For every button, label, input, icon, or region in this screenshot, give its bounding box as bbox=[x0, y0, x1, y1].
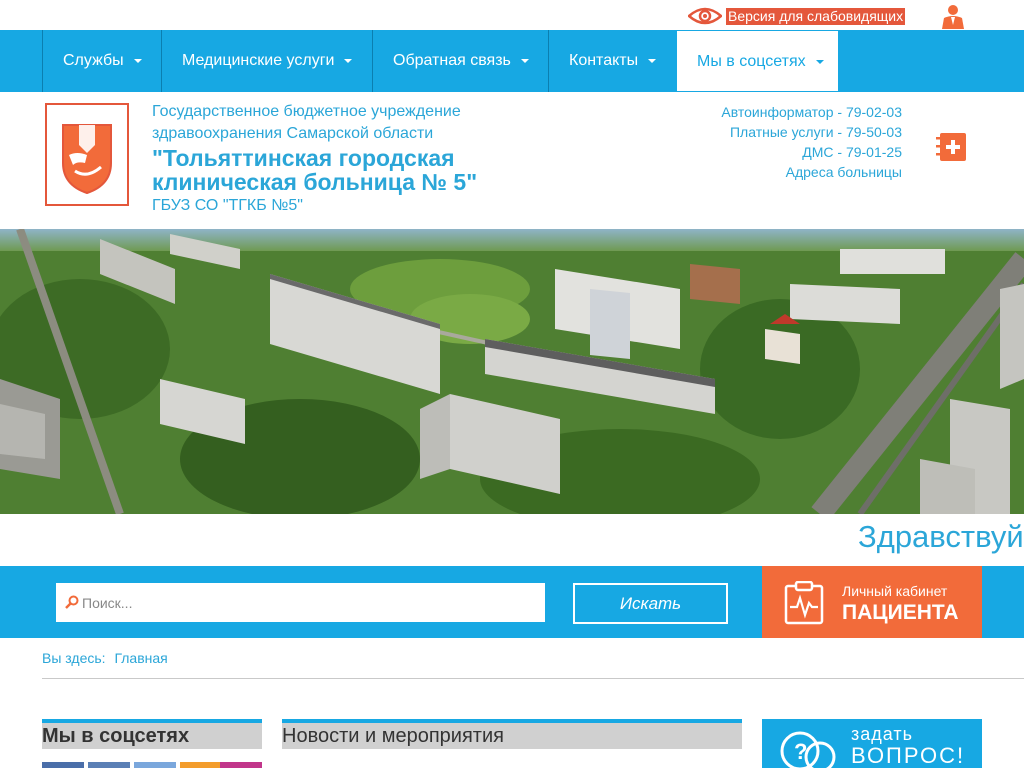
greeting-marquee: Здравствуйт bbox=[858, 519, 1024, 554]
ask-question-line-2: ВОПРОС! bbox=[851, 743, 966, 768]
breadcrumb-home-link[interactable]: Главная bbox=[114, 650, 167, 666]
nav-item-contacts[interactable]: Контакты bbox=[549, 30, 676, 92]
search-input[interactable] bbox=[82, 583, 532, 622]
hero-aerial-photo bbox=[0, 229, 1024, 514]
main-navigation: Службы Медицинские услуги Обратная связь… bbox=[0, 30, 1024, 92]
nav-item-services[interactable]: Службы bbox=[43, 30, 161, 92]
medical-clipboard-icon bbox=[784, 581, 824, 625]
caret-down-icon bbox=[815, 59, 824, 64]
nav-item-feedback[interactable]: Обратная связь bbox=[373, 30, 548, 92]
contact-autoinformer[interactable]: Автоинформатор - 79-02-03 bbox=[721, 104, 902, 120]
caret-down-icon bbox=[520, 58, 529, 63]
svg-text:?: ? bbox=[794, 739, 807, 764]
ask-question-line-1: задать bbox=[851, 724, 914, 744]
caret-down-icon bbox=[133, 58, 142, 63]
nav-item-label: Службы bbox=[63, 52, 124, 69]
search-button[interactable]: Искать bbox=[573, 583, 728, 624]
org-name-line-2: здравоохранения Самарской области bbox=[152, 125, 434, 142]
facebook-icon[interactable] bbox=[42, 762, 84, 768]
vk-icon[interactable] bbox=[88, 762, 130, 768]
social-buttons-row bbox=[42, 762, 262, 768]
org-name-line-1: Государственное бюджетное учреждение bbox=[152, 103, 461, 120]
odnoklassniki-icon[interactable] bbox=[180, 762, 222, 768]
top-strip: Версия для слабовидящих bbox=[0, 0, 1024, 30]
contact-dms[interactable]: ДМС - 79-01-25 bbox=[802, 144, 902, 160]
hospital-short-name: ГБУЗ СО "ТГКБ №5" bbox=[152, 197, 303, 214]
nav-item-label: Обратная связь bbox=[393, 52, 511, 69]
contact-paid-services[interactable]: Платные услуги - 79-50-03 bbox=[730, 124, 902, 140]
news-widget-title: Новости и мероприятия bbox=[282, 719, 742, 749]
hospital-logo[interactable] bbox=[45, 103, 129, 206]
nav-item-label: Медицинские услуги bbox=[182, 52, 335, 69]
low-vision-version-link[interactable]: Версия для слабовидящих bbox=[726, 8, 906, 25]
nav-item-label: Контакты bbox=[569, 52, 639, 69]
caret-down-icon bbox=[648, 58, 657, 63]
twitter-icon[interactable] bbox=[134, 762, 176, 768]
content-divider bbox=[42, 678, 1024, 679]
breadcrumb-prefix: Вы здесь: bbox=[42, 650, 106, 666]
nav-item-social[interactable]: Мы в соцсетях bbox=[676, 30, 839, 92]
patient-cabinet-small-label: Личный кабинет bbox=[842, 583, 948, 599]
instagram-icon[interactable] bbox=[220, 762, 262, 768]
search-band: Искать Личный кабинет ПАЦИЕНТА bbox=[0, 566, 1024, 638]
patient-cabinet-big-label: ПАЦИЕНТА bbox=[842, 601, 959, 624]
eye-icon[interactable] bbox=[688, 6, 722, 26]
caret-down-icon bbox=[344, 58, 353, 63]
social-widget-title: Мы в соцсетях bbox=[42, 719, 262, 749]
hospital-title-line-1: "Тольяттинская городская bbox=[152, 145, 455, 171]
search-icon bbox=[65, 595, 79, 609]
nav-item-label: Мы в соцсетях bbox=[697, 53, 806, 70]
nav-item-medical-services[interactable]: Медицинские услуги bbox=[162, 30, 372, 92]
patient-cabinet-button[interactable]: Личный кабинет ПАЦИЕНТА bbox=[762, 566, 982, 638]
question-bubbles-icon: ? bbox=[780, 731, 836, 768]
contact-addresses-link[interactable]: Адреса больницы bbox=[786, 164, 902, 180]
shield-emblem-icon bbox=[62, 124, 112, 195]
breadcrumb: Вы здесь: Главная bbox=[42, 650, 168, 666]
hospital-title-line-2: клиническая больница № 5" bbox=[152, 169, 478, 195]
search-field[interactable] bbox=[56, 583, 545, 622]
ask-question-banner[interactable]: ? задать ВОПРОС! bbox=[762, 719, 982, 768]
medical-book-icon[interactable] bbox=[934, 132, 968, 162]
user-suit-icon[interactable] bbox=[940, 3, 966, 29]
